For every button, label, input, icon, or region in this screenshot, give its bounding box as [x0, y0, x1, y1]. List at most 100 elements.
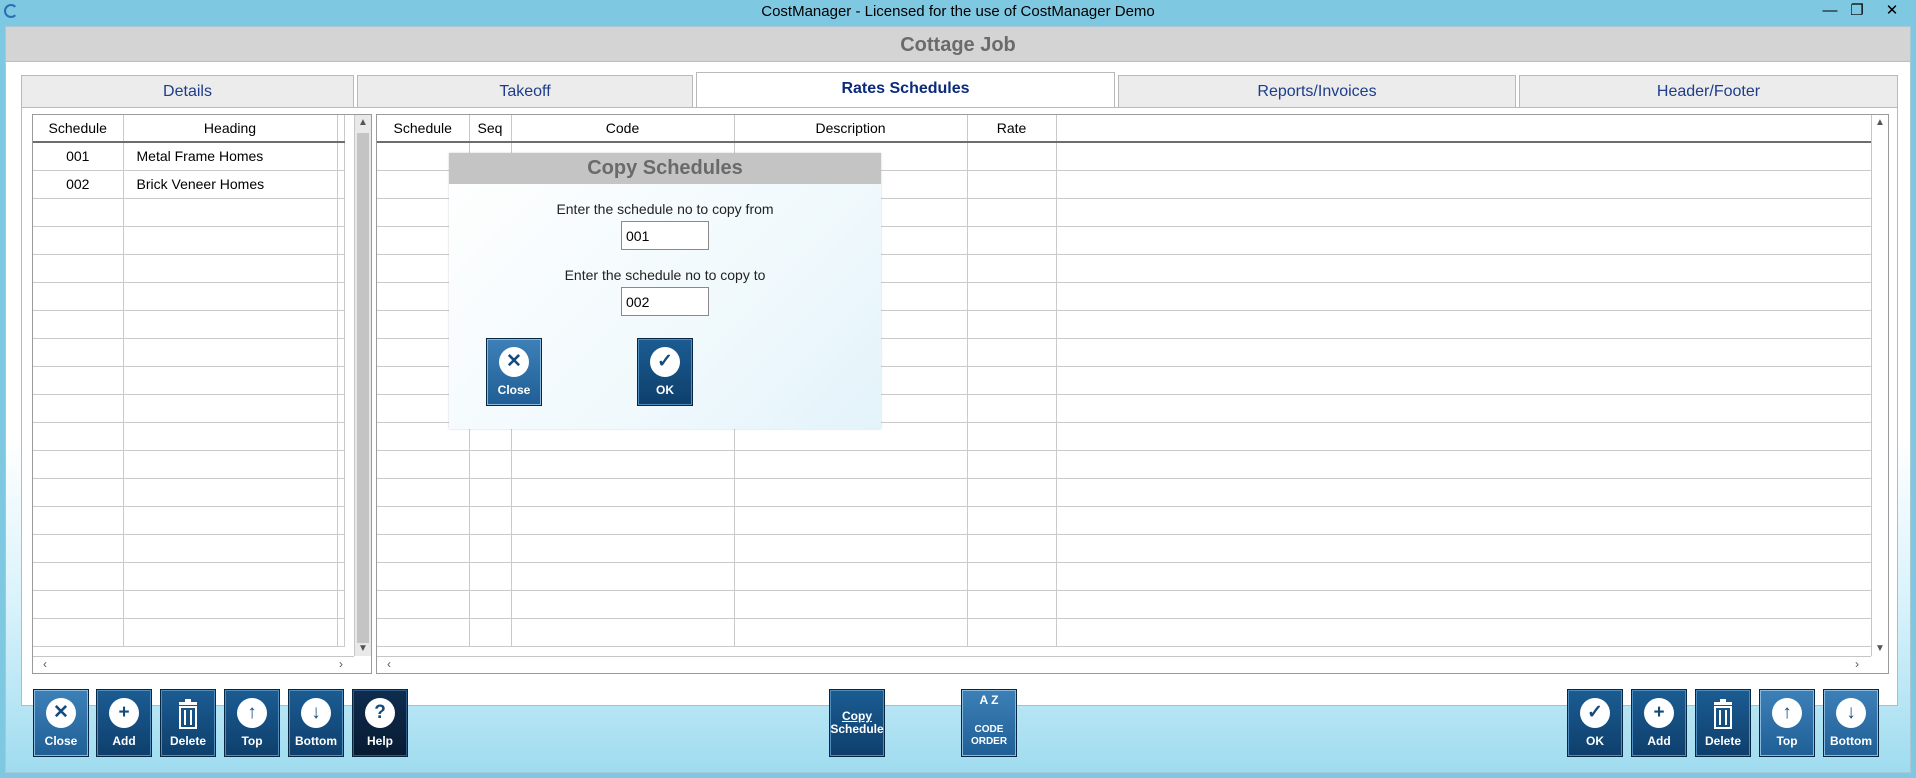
code-order-button[interactable]: A Z CODE ORDER	[961, 689, 1017, 757]
table-row[interactable]	[377, 450, 1872, 479]
ok-button[interactable]: ✓ OK	[1567, 689, 1623, 757]
dialog-title: Copy Schedules	[449, 153, 881, 184]
table-row[interactable]	[377, 590, 1872, 619]
table-row[interactable]: 001 Metal Frame Homes	[33, 142, 345, 171]
table-row[interactable]	[33, 422, 345, 451]
schedules-header-row: Schedule Heading	[33, 115, 345, 143]
help-button[interactable]: ? Help	[352, 689, 408, 757]
question-circle-icon: ?	[365, 698, 395, 728]
table-row[interactable]	[377, 618, 1872, 647]
check-circle-icon: ✓	[650, 347, 680, 377]
copy-schedules-dialog: Copy Schedules Enter the schedule no to …	[449, 153, 881, 429]
rates-vertical-scrollbar[interactable]: ▲ ▼	[1871, 115, 1888, 656]
table-row[interactable]	[33, 226, 345, 255]
arrow-up-circle-icon: ↑	[237, 698, 267, 728]
table-row[interactable]	[377, 534, 1872, 563]
scroll-right-arrow-icon[interactable]: ›	[339, 657, 343, 671]
column-header-heading[interactable]: Heading	[123, 115, 338, 143]
column-header-schedule[interactable]: Schedule	[377, 115, 470, 143]
arrow-up-circle-icon: ↑	[1772, 698, 1802, 728]
scroll-left-arrow-icon[interactable]: ‹	[387, 657, 391, 671]
schedule-cell[interactable]: 001	[33, 142, 124, 171]
close-window-button[interactable]: ✕	[1880, 1, 1904, 21]
tab-rates-schedules[interactable]: Rates Schedules	[696, 72, 1115, 109]
table-row[interactable]	[33, 394, 345, 423]
tab-header-footer[interactable]: Header/Footer	[1519, 75, 1898, 109]
table-row[interactable]	[33, 450, 345, 479]
arrow-down-circle-icon: ↓	[301, 698, 331, 728]
scroll-up-arrow-icon[interactable]: ▲	[1875, 117, 1885, 128]
add-button[interactable]: + Add	[1631, 689, 1687, 757]
table-row[interactable]	[33, 254, 345, 283]
bottom-button[interactable]: ↓ Bottom	[288, 689, 344, 757]
scroll-thumb[interactable]	[357, 133, 369, 643]
schedules-table: Schedule Heading 001 Metal Frame Homes 0…	[33, 115, 345, 647]
table-row[interactable]	[377, 562, 1872, 591]
column-header-spacer	[337, 115, 345, 143]
table-row[interactable]	[33, 478, 345, 507]
table-row[interactable]	[33, 366, 345, 395]
column-header-description[interactable]: Description	[734, 115, 968, 143]
copy-to-label: Enter the schedule no to copy to	[564, 267, 766, 283]
scroll-right-arrow-icon[interactable]: ›	[1855, 657, 1859, 671]
delete-button[interactable]: Delete	[160, 689, 216, 757]
rates-header-row: Schedule Seq Code Description Rate	[377, 115, 1871, 143]
copy-schedule-button[interactable]: Copy Schedule	[829, 689, 885, 757]
heading-cell[interactable]: Brick Veneer Homes	[123, 170, 338, 199]
top-button[interactable]: ↑ Top	[1759, 689, 1815, 757]
copy-from-label: Enter the schedule no to copy from	[556, 201, 774, 217]
column-header-schedule[interactable]: Schedule	[33, 115, 124, 143]
table-row[interactable]	[33, 198, 345, 227]
plus-circle-icon: +	[109, 698, 139, 728]
trash-icon	[1714, 699, 1732, 729]
scroll-down-arrow-icon[interactable]: ▼	[1875, 643, 1885, 654]
restore-button[interactable]: ❐	[1845, 1, 1869, 21]
add-button[interactable]: + Add	[96, 689, 152, 757]
dialog-close-button[interactable]: ✕ Close	[486, 338, 542, 406]
minimize-button[interactable]: —	[1818, 1, 1842, 21]
table-row[interactable]	[33, 338, 345, 367]
heading-cell[interactable]: Metal Frame Homes	[123, 142, 338, 171]
main-window: Cottage Job Details Takeoff Rates Schedu…	[5, 26, 1911, 773]
title-bar: CostManager - Licensed for the use of Co…	[0, 0, 1916, 24]
schedules-horizontal-scrollbar[interactable]: ‹ ›	[33, 656, 354, 673]
trash-icon	[179, 699, 197, 729]
column-header-code[interactable]: Code	[511, 115, 735, 143]
window-title: CostManager - Licensed for the use of Co…	[761, 3, 1155, 20]
table-row[interactable]	[33, 282, 345, 311]
tab-takeoff[interactable]: Takeoff	[357, 75, 693, 109]
schedules-grid[interactable]: Schedule Heading 001 Metal Frame Homes 0…	[32, 114, 372, 674]
table-row[interactable]	[377, 478, 1872, 507]
column-header-spacer	[1056, 115, 1871, 143]
table-row[interactable]	[33, 506, 345, 535]
scroll-left-arrow-icon[interactable]: ‹	[43, 657, 47, 671]
column-header-seq[interactable]: Seq	[469, 115, 512, 143]
delete-button[interactable]: Delete	[1695, 689, 1751, 757]
table-row[interactable]	[33, 562, 345, 591]
copy-to-input[interactable]	[621, 287, 709, 316]
sort-az-icon: A Z	[979, 693, 999, 707]
check-circle-icon: ✓	[1580, 698, 1610, 728]
scroll-up-arrow-icon[interactable]: ▲	[358, 117, 368, 128]
table-row[interactable]	[377, 506, 1872, 535]
rates-horizontal-scrollbar[interactable]: ‹ ›	[377, 656, 1871, 673]
table-row[interactable]	[33, 618, 345, 647]
schedules-vertical-scrollbar[interactable]: ▲ ▼	[354, 115, 371, 656]
schedule-cell[interactable]: 002	[33, 170, 124, 199]
top-button[interactable]: ↑ Top	[224, 689, 280, 757]
bottom-button[interactable]: ↓ Bottom	[1823, 689, 1879, 757]
column-header-rate[interactable]: Rate	[967, 115, 1057, 143]
scroll-down-arrow-icon[interactable]: ▼	[358, 643, 368, 654]
arrow-down-circle-icon: ↓	[1836, 698, 1866, 728]
copy-from-input[interactable]	[621, 221, 709, 250]
tab-details[interactable]: Details	[21, 75, 354, 109]
table-row[interactable]	[33, 590, 345, 619]
table-row[interactable]: 002 Brick Veneer Homes	[33, 170, 345, 199]
table-row[interactable]	[33, 310, 345, 339]
tab-reports-invoices[interactable]: Reports/Invoices	[1118, 75, 1516, 109]
tab-bar: Details Takeoff Rates Schedules Reports/…	[21, 72, 1898, 109]
dialog-ok-button[interactable]: ✓ OK	[637, 338, 693, 406]
close-button[interactable]: ✕ Close	[33, 689, 89, 757]
job-title: Cottage Job	[6, 27, 1910, 62]
table-row[interactable]	[33, 534, 345, 563]
